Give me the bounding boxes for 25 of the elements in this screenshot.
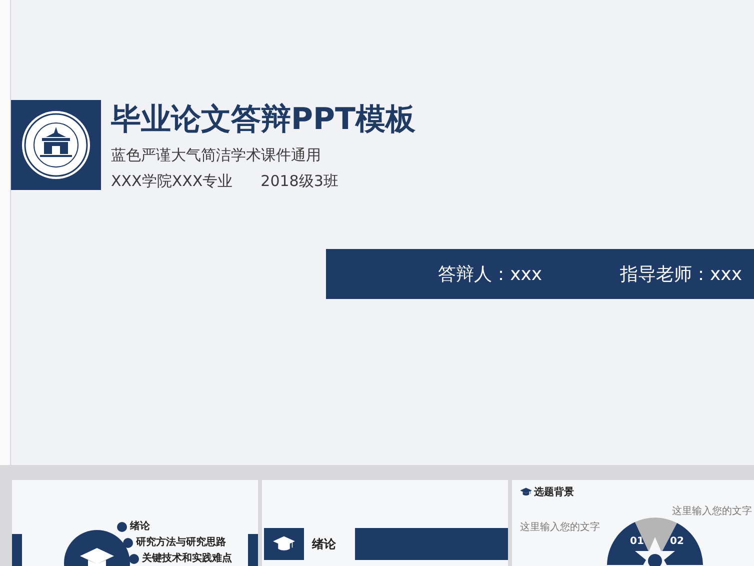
slide-title: 毕业论文答辩PPT模板 xyxy=(111,101,416,139)
class-info: XXX学院XXX专业 xyxy=(111,171,233,192)
side-bar xyxy=(248,534,258,566)
slide-thumbnail[interactable]: 选题背景 01 02 这里输入您的文字 这里输入您的文字 xyxy=(512,480,754,566)
presenter-label: 指导老师：xxx xyxy=(620,263,742,286)
contents-item: 关键技术和实践难点 xyxy=(142,551,232,565)
graduation-cap-icon xyxy=(520,486,532,498)
class-info: 2018级3班 xyxy=(260,171,338,192)
list-bullet-icon xyxy=(117,522,127,532)
slide-thumbnail[interactable]: 绪论 xyxy=(262,480,508,566)
contents-item: 绪论 xyxy=(130,520,150,533)
section-heading: 绪论 xyxy=(312,536,336,553)
contents-item: 研究方法与研究思路 xyxy=(136,535,226,549)
slide-thumbnail[interactable]: 绪论 研究方法与研究思路 关键技术和实践难点 xyxy=(12,480,258,566)
presenter-label: 答辩人：xxx xyxy=(438,263,542,286)
placeholder-text: 这里输入您的文字 xyxy=(672,504,752,518)
list-bullet-icon xyxy=(123,538,133,548)
slide-heading: 选题背景 xyxy=(534,486,574,499)
step-number: 01 xyxy=(630,536,644,547)
step-number: 02 xyxy=(670,536,684,547)
placeholder-text: 这里输入您的文字 xyxy=(520,520,600,534)
university-seal-icon xyxy=(20,109,92,181)
list-bullet-icon xyxy=(129,554,139,564)
side-bar xyxy=(12,534,22,566)
slide-subtitle: 蓝色严谨大气简洁学术课件通用 xyxy=(111,145,322,166)
